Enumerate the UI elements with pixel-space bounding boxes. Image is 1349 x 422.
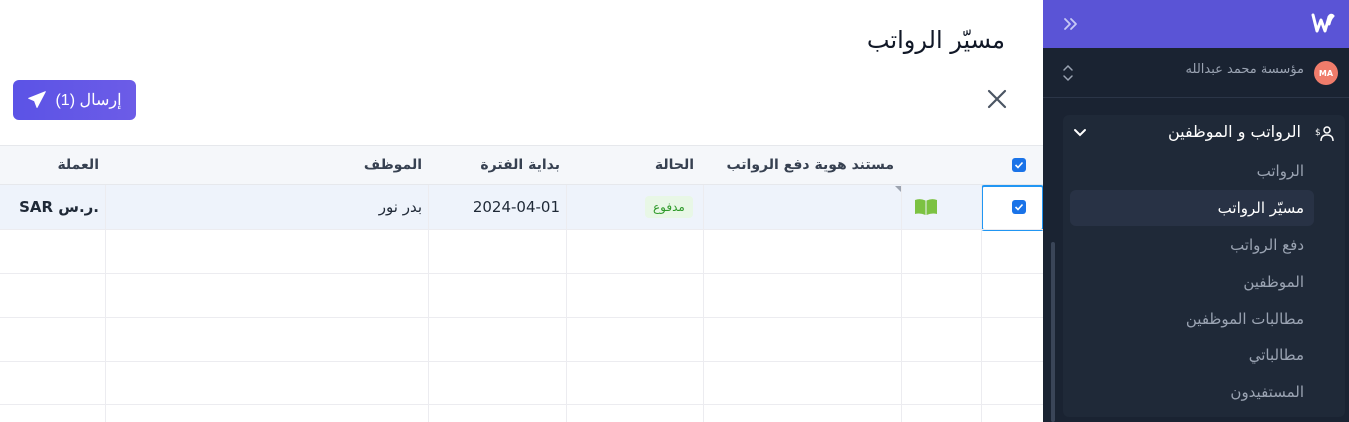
sidebar-item-payroll-payment[interactable]: دفع الرواتب (1230, 236, 1304, 254)
w-logo-icon[interactable] (1311, 12, 1335, 34)
menu-group-label: الرواتب و الموظفين (1167, 122, 1301, 141)
double-chevron-right-icon[interactable] (1061, 14, 1081, 34)
cell-document-id[interactable] (710, 185, 895, 229)
column-header-currency[interactable]: العملة (57, 146, 99, 186)
sidebar-item-employee-claims[interactable]: مطالبات الموظفين (1186, 310, 1304, 328)
paper-plane-icon (28, 91, 47, 108)
status-badge: مدفوع (645, 196, 693, 218)
sidebar-scrollbar[interactable] (1051, 242, 1055, 422)
column-divider (981, 185, 982, 422)
row-divider (0, 317, 1043, 318)
row-divider (0, 404, 1043, 405)
sidebar-item-beneficiaries[interactable]: المستفيدون (1230, 383, 1304, 401)
row-divider (0, 361, 1043, 362)
column-divider (566, 185, 567, 422)
row-checkbox[interactable] (1012, 200, 1026, 214)
avatar: MA (1314, 61, 1338, 85)
row-divider (0, 273, 1043, 274)
organization-name: مؤسسة محمد عبدالله (1185, 62, 1304, 77)
column-divider (703, 185, 704, 422)
table-header-row: مستند هوية دفع الرواتب الحالة بداية الفت… (0, 145, 1043, 185)
payroll-runner-panel: مسيّر الرواتب إرسال (1) مستند هوية دفع ا… (0, 0, 1043, 422)
menu-group-payroll[interactable]: $ الرواتب و الموظفين (1063, 116, 1349, 152)
up-down-chevron-icon[interactable] (1061, 62, 1075, 84)
row-divider (0, 229, 1043, 230)
column-divider (901, 185, 902, 422)
page-title: مسيّر الرواتب (866, 26, 1005, 54)
menu-group-panel (1063, 115, 1345, 417)
sidebar-header (1043, 0, 1349, 48)
cell-period-start[interactable]: 2024-04-01 (473, 185, 560, 229)
column-header-document-id[interactable]: مستند هوية دفع الرواتب (726, 146, 894, 186)
sidebar-item-payroll[interactable]: الرواتب (1257, 162, 1304, 180)
svg-text:$: $ (1315, 128, 1321, 138)
sidebar-item-payroll-runner[interactable]: مسيّر الرواتب (1218, 199, 1304, 217)
cell-employee[interactable]: بدر نور (379, 185, 422, 229)
close-icon (987, 89, 1007, 109)
sidebar-item-employees[interactable]: الموظفين (1243, 273, 1304, 291)
check-icon (1014, 161, 1024, 169)
cell-currency[interactable]: SAR ر.س. (19, 185, 99, 229)
select-all-checkbox[interactable] (1012, 158, 1026, 172)
check-icon (1014, 203, 1024, 211)
column-header-employee[interactable]: الموظف (364, 146, 422, 186)
close-button[interactable] (985, 87, 1009, 111)
column-header-status[interactable]: الحالة (655, 146, 694, 186)
send-button[interactable]: إرسال (1) (13, 80, 136, 120)
sidebar: MA مؤسسة محمد عبدالله $ الرواتب و الموظف… (1043, 0, 1349, 422)
column-divider (105, 185, 106, 422)
send-button-label: إرسال (1) (55, 92, 122, 109)
sidebar-item-my-claims[interactable]: مطالباتي (1249, 346, 1304, 364)
organization-switcher[interactable]: MA مؤسسة محمد عبدالله (1043, 48, 1349, 98)
payroll-people-icon: $ (1315, 126, 1334, 142)
open-book-icon[interactable] (914, 198, 938, 216)
column-header-period-start[interactable]: بداية الفترة (480, 146, 560, 186)
column-divider (428, 185, 429, 422)
chevron-down-icon (1074, 129, 1086, 137)
